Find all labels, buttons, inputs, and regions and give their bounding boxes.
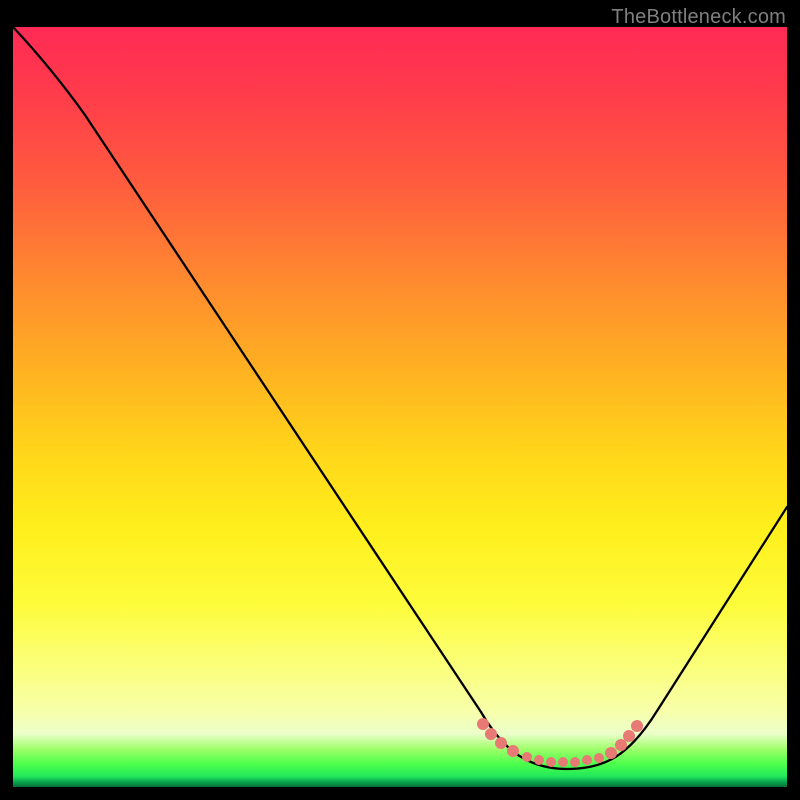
chart-frame: TheBottleneck.com [0, 0, 800, 800]
curve-layer [13, 27, 787, 787]
watermark-text: TheBottleneck.com [611, 6, 786, 29]
plot-area [13, 27, 787, 787]
highlight-dots [477, 718, 643, 767]
bottleneck-curve-path [13, 27, 787, 769]
